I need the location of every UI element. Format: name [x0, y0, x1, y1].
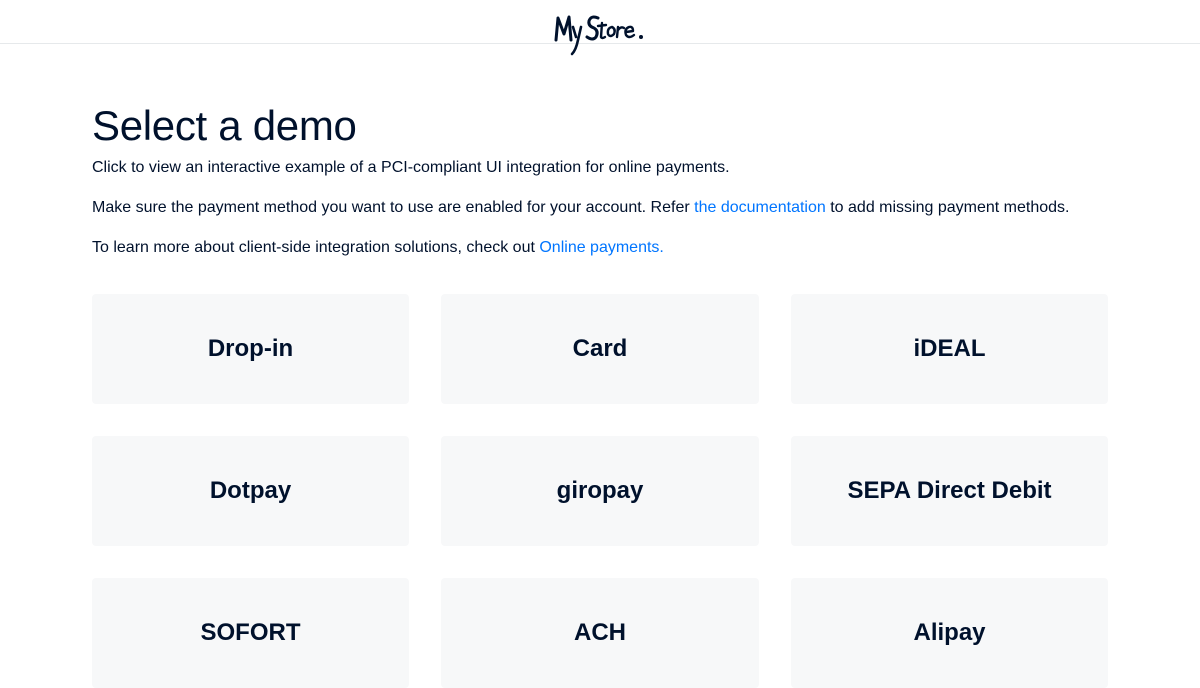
enable-methods-text: Make sure the payment method you want to…: [92, 198, 1108, 218]
main-content: Select a demo Click to view an interacti…: [92, 100, 1108, 258]
learn-more-text: To learn more about client-side integrat…: [92, 238, 1108, 258]
demo-card-sofort[interactable]: SOFORT: [92, 578, 409, 688]
mystore-logo-icon: [554, 15, 643, 56]
demo-card-ach[interactable]: ACH: [441, 578, 759, 688]
documentation-link[interactable]: the documentation: [694, 199, 826, 216]
top-bar: [0, 0, 1200, 56]
demo-card-label: SOFORT: [200, 619, 301, 646]
enable-text-after: to add missing payment methods.: [825, 199, 1070, 216]
enable-text-before: Make sure the payment method you want to…: [92, 199, 695, 216]
demo-card-label: Card: [572, 335, 628, 362]
store-logo[interactable]: [553, 10, 649, 58]
demo-grid: Drop-in Card iDEAL Dotpay giropay SEPA D…: [92, 294, 1108, 688]
learn-text-before: To learn more about client-side integrat…: [92, 239, 540, 256]
demo-card-label: Dotpay: [209, 477, 292, 504]
demo-card-dotpay[interactable]: Dotpay: [92, 436, 409, 546]
intro-text: Click to view an interactive example of …: [92, 159, 730, 176]
demo-card-label: SEPA Direct Debit: [847, 477, 1052, 504]
demo-card-label: Drop-in: [207, 335, 294, 362]
online-payments-link[interactable]: Online payments.: [539, 239, 664, 256]
demo-card-drop-in[interactable]: Drop-in: [92, 294, 409, 404]
demo-card-card[interactable]: Card: [441, 294, 759, 404]
demo-card-label: Alipay: [913, 619, 986, 646]
page-title: Select a demo: [92, 102, 357, 149]
demo-card-label: iDEAL: [913, 335, 986, 362]
demo-card-label: giropay: [556, 477, 644, 504]
demo-card-sepa-direct-debit[interactable]: SEPA Direct Debit: [791, 436, 1108, 546]
demo-card-alipay[interactable]: Alipay: [791, 578, 1108, 688]
demo-card-label: ACH: [574, 619, 626, 646]
demo-card-giropay[interactable]: giropay: [441, 436, 759, 546]
demo-card-ideal[interactable]: iDEAL: [791, 294, 1108, 404]
